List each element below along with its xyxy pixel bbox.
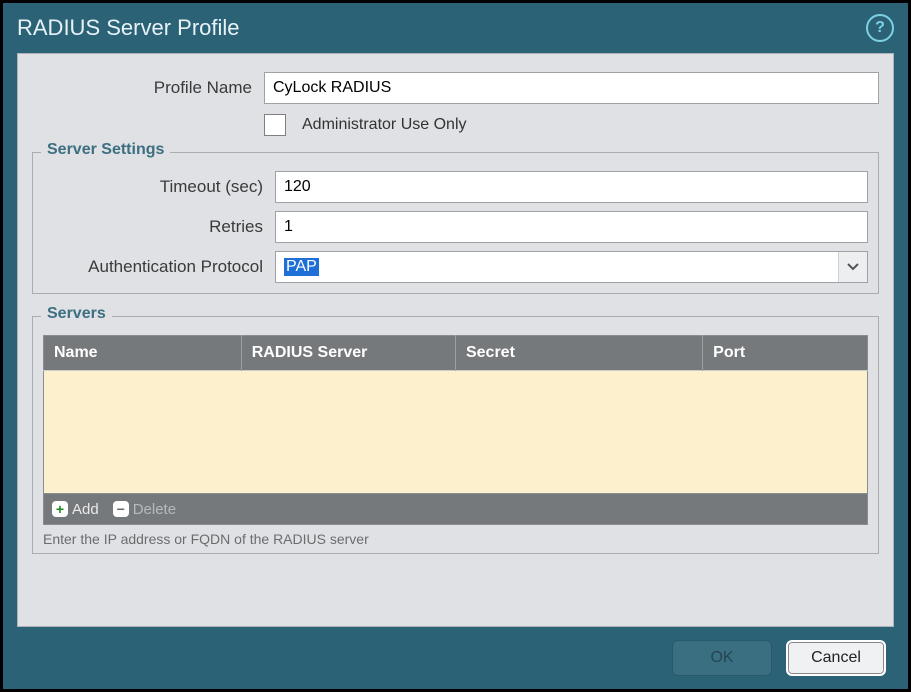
col-secret[interactable]: Secret xyxy=(455,336,702,371)
timeout-input[interactable] xyxy=(275,171,868,203)
retries-label: Retries xyxy=(43,217,267,237)
col-port[interactable]: Port xyxy=(703,336,868,371)
ok-button[interactable]: OK xyxy=(672,640,772,676)
auth-protocol-label: Authentication Protocol xyxy=(43,257,267,277)
admin-only-row: Administrator Use Only xyxy=(32,114,879,136)
auth-protocol-row: Authentication Protocol PAP xyxy=(43,251,868,283)
help-icon[interactable]: ? xyxy=(866,14,894,42)
add-button[interactable]: + Add xyxy=(52,501,99,518)
profile-name-label: Profile Name xyxy=(32,78,256,98)
cancel-button[interactable]: Cancel xyxy=(786,640,886,676)
dialog-footer: OK Cancel xyxy=(3,627,908,689)
dialog-title: RADIUS Server Profile xyxy=(17,15,240,41)
titlebar: RADIUS Server Profile ? xyxy=(3,3,908,53)
servers-legend: Servers xyxy=(41,305,112,323)
chevron-down-icon[interactable] xyxy=(838,252,867,282)
profile-name-input[interactable] xyxy=(264,72,879,104)
col-radius-server[interactable]: RADIUS Server xyxy=(241,336,455,371)
timeout-label: Timeout (sec) xyxy=(43,177,267,197)
col-name[interactable]: Name xyxy=(44,336,242,371)
profile-name-row: Profile Name xyxy=(32,72,879,104)
admin-only-label: Administrator Use Only xyxy=(302,116,467,134)
admin-only-checkbox[interactable] xyxy=(264,114,286,136)
servers-table: Name RADIUS Server Secret Port xyxy=(43,335,868,494)
timeout-row: Timeout (sec) xyxy=(43,171,868,203)
server-settings-legend: Server Settings xyxy=(41,141,170,159)
delete-button: − Delete xyxy=(113,501,176,518)
minus-icon: − xyxy=(113,501,129,517)
radius-server-profile-dialog: RADIUS Server Profile ? Profile Name Adm… xyxy=(0,0,911,692)
plus-icon: + xyxy=(52,501,68,517)
retries-row: Retries xyxy=(43,211,868,243)
servers-fieldset: Servers Name RADIUS Server Secret Port xyxy=(32,316,879,554)
dialog-body: Profile Name Administrator Use Only Serv… xyxy=(17,53,894,627)
servers-empty-row xyxy=(44,371,868,494)
servers-table-actions: + Add − Delete xyxy=(43,494,868,525)
retries-input[interactable] xyxy=(275,211,868,243)
server-settings-fieldset: Server Settings Timeout (sec) Retries Au… xyxy=(32,152,879,294)
auth-protocol-value: PAP xyxy=(276,252,838,282)
servers-hint: Enter the IP address or FQDN of the RADI… xyxy=(43,531,868,547)
servers-header-row: Name RADIUS Server Secret Port xyxy=(44,336,868,371)
auth-protocol-select[interactable]: PAP xyxy=(275,251,868,283)
